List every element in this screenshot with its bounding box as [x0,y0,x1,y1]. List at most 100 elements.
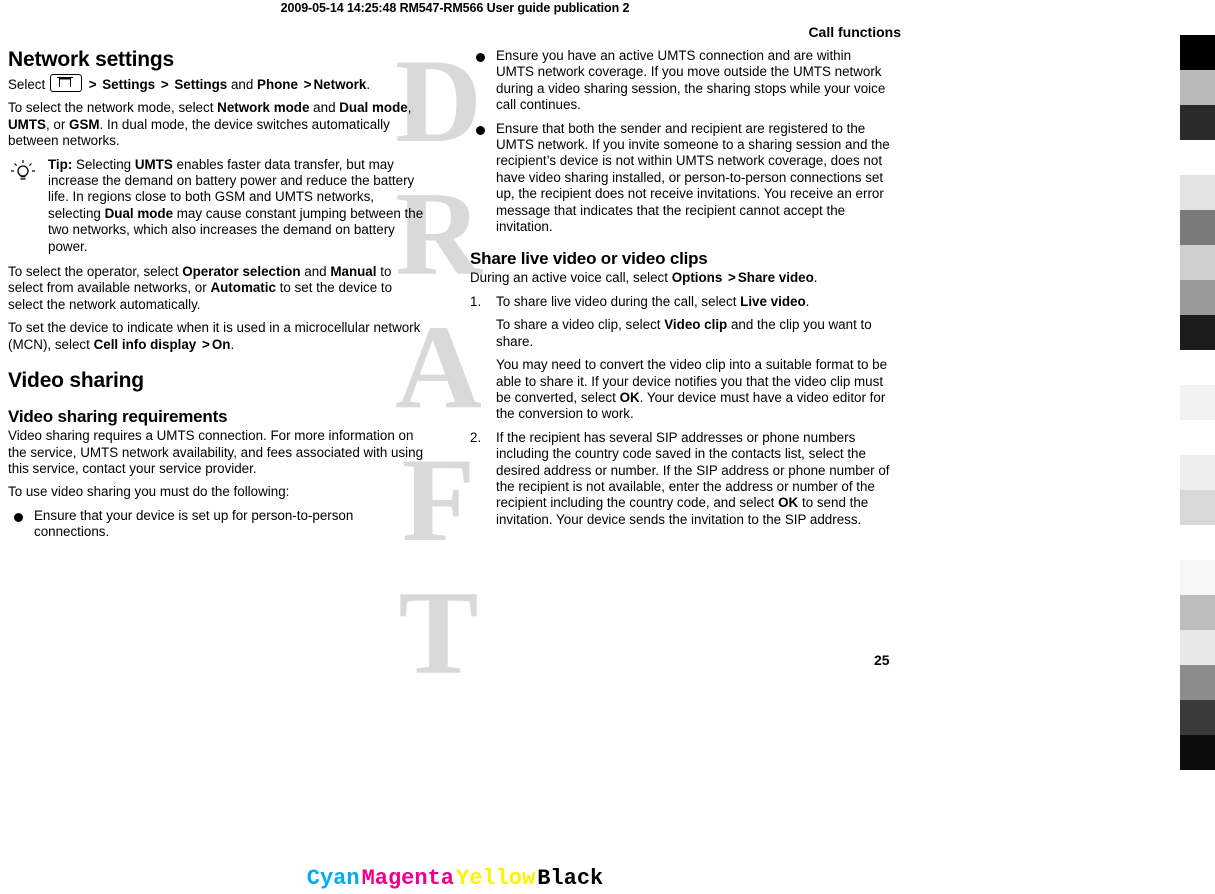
color-bar-segment [1180,245,1215,280]
step1-paragraph-2: To share a video clip, select Video clip… [496,317,892,350]
setting-operator-selection: Operator selection [182,264,301,280]
list-item: 1. To share live video during the call, … [470,294,892,423]
print-header: 2009-05-14 14:25:48 RM547-RM566 User gui… [280,1,630,15]
menu-share-video: Share video [737,270,814,286]
period-3: . [813,270,818,286]
color-name-magenta: Magenta [361,866,454,891]
step-number: 1. [470,293,482,309]
color-bar-segment [1180,210,1215,245]
color-bar-segment [1180,0,1215,35]
color-name-yellow: Yellow [456,866,536,891]
color-bar-segment [1180,560,1215,595]
option-on: On [211,336,231,352]
left-column: Network settings Select > Settings > Set… [8,48,430,548]
step1-lead: To share live video during the call, sel… [496,293,737,309]
setting-cell-info-display: Cell info display [93,336,197,352]
option-ok-2: OK [778,495,799,511]
menu-phone: Phone [257,77,298,92]
color-bar-segment [1180,35,1215,70]
operator-selection-paragraph: To select the operator, select Operator … [8,264,430,313]
heading-share-live-video: Share live video or video clips [470,249,708,269]
gt-1: > [88,77,97,92]
tip-umts: UMTS [134,156,173,172]
step1-clip-lead: To share a video clip, select [496,317,661,333]
color-bar-segment [1180,420,1215,455]
color-name-black: Black [537,866,604,891]
share-video-path: During an active voice call, select Opti… [470,270,892,286]
color-bar-segment [1180,665,1215,700]
network-settings-path: Select > Settings > Settings and Phone >… [8,74,430,93]
dual-mode-tail: . In dual mode, the device switches auto… [8,116,390,149]
option-automatic: Automatic [210,280,276,296]
setting-network-mode: Network mode [217,100,310,116]
video-sharing-intro: Video sharing requires a UMTS connection… [8,428,424,476]
right-bullet-list: Ensure you have an active UMTS connectio… [470,48,892,235]
document-page: 2009-05-14 14:25:48 RM547-RM566 User gui… [0,0,1215,894]
tip-lead: Selecting [76,156,132,172]
cell-info-paragraph: To set the device to indicate when it is… [8,320,430,353]
list-item: 2. If the recipient has several SIP addr… [470,430,892,528]
tip-label: Tip: [48,156,73,172]
heading-video-sharing-requirements: Video sharing requirements [8,407,228,427]
share-video-lead: During an active voice call, select [470,270,668,286]
period-4: . [805,293,810,309]
network-mode-lead: To select the network mode, select [8,100,214,116]
lightbulb-icon [10,159,36,185]
step2-paragraph-1: If the recipient has several SIP address… [496,430,892,528]
option-gsm: GSM [69,116,100,132]
tip-dual-mode: Dual mode [104,205,174,221]
video-sharing-todo: To use video sharing you must do the fol… [8,484,290,500]
gt-3: > [303,77,312,92]
left-bullet-list: Ensure that your device is set up for pe… [8,508,430,541]
option-manual: Manual [330,264,377,280]
color-bar-segment [1180,700,1215,735]
tip-block: Tip: Selecting UMTS enables faster data … [8,157,430,255]
operator-lead: To select the operator, select [8,264,179,280]
gt-4: > [202,336,210,352]
list-item: Ensure you have an active UMTS connectio… [470,48,892,114]
option-dual-mode: Dual mode [339,100,408,116]
color-bar-segment [1180,280,1215,315]
color-bar-segment [1180,455,1215,490]
option-live-video: Live video [740,293,806,309]
color-bar-segment [1180,140,1215,175]
page-number: 25 [874,652,890,668]
color-bar-segment [1180,70,1215,105]
option-ok-1: OK [619,389,640,405]
color-bar-segment [1180,175,1215,210]
option-umts: UMTS [8,116,46,132]
list-item: Ensure that your device is set up for pe… [8,508,430,541]
color-bar-segment [1180,490,1215,525]
select-text: Select [8,77,46,92]
heading-network-settings: Network settings [8,48,174,71]
step-number: 2. [470,429,482,445]
option-video-clip: Video clip [664,317,728,333]
tip-text: Tip: Selecting UMTS enables faster data … [48,157,423,254]
color-bar-segment [1180,315,1215,350]
color-bar-segment [1180,630,1215,665]
running-head: Call functions [808,24,901,40]
period-2: . [230,336,235,352]
color-name-cyan: Cyan [306,866,360,891]
color-bar-segment [1180,595,1215,630]
and-word-2: and [313,100,336,116]
comma-1: , [407,100,412,116]
gt-2: > [160,77,169,92]
color-bar-segment [1180,105,1215,140]
or-word: , or [45,116,66,132]
color-names: CyanMagentaYellowBlack [0,866,910,891]
home-key-icon [49,74,82,92]
menu-settings-2: Settings [174,77,228,92]
and-word-1: and [230,77,254,92]
and-word-3: and [304,264,327,280]
period-1: . [366,77,371,92]
step1-paragraph-3: You may need to convert the video clip i… [496,357,892,423]
color-bar-segment [1180,350,1215,385]
step1-paragraph-1: To share live video during the call, sel… [496,294,892,310]
color-bar-segment [1180,525,1215,560]
list-item: Ensure that both the sender and recipien… [470,121,892,236]
share-video-steps: 1. To share live video during the call, … [470,294,892,528]
heading-video-sharing: Video sharing [8,369,144,393]
right-column: Ensure you have an active UMTS connectio… [470,48,892,535]
menu-settings-1: Settings [102,77,156,92]
